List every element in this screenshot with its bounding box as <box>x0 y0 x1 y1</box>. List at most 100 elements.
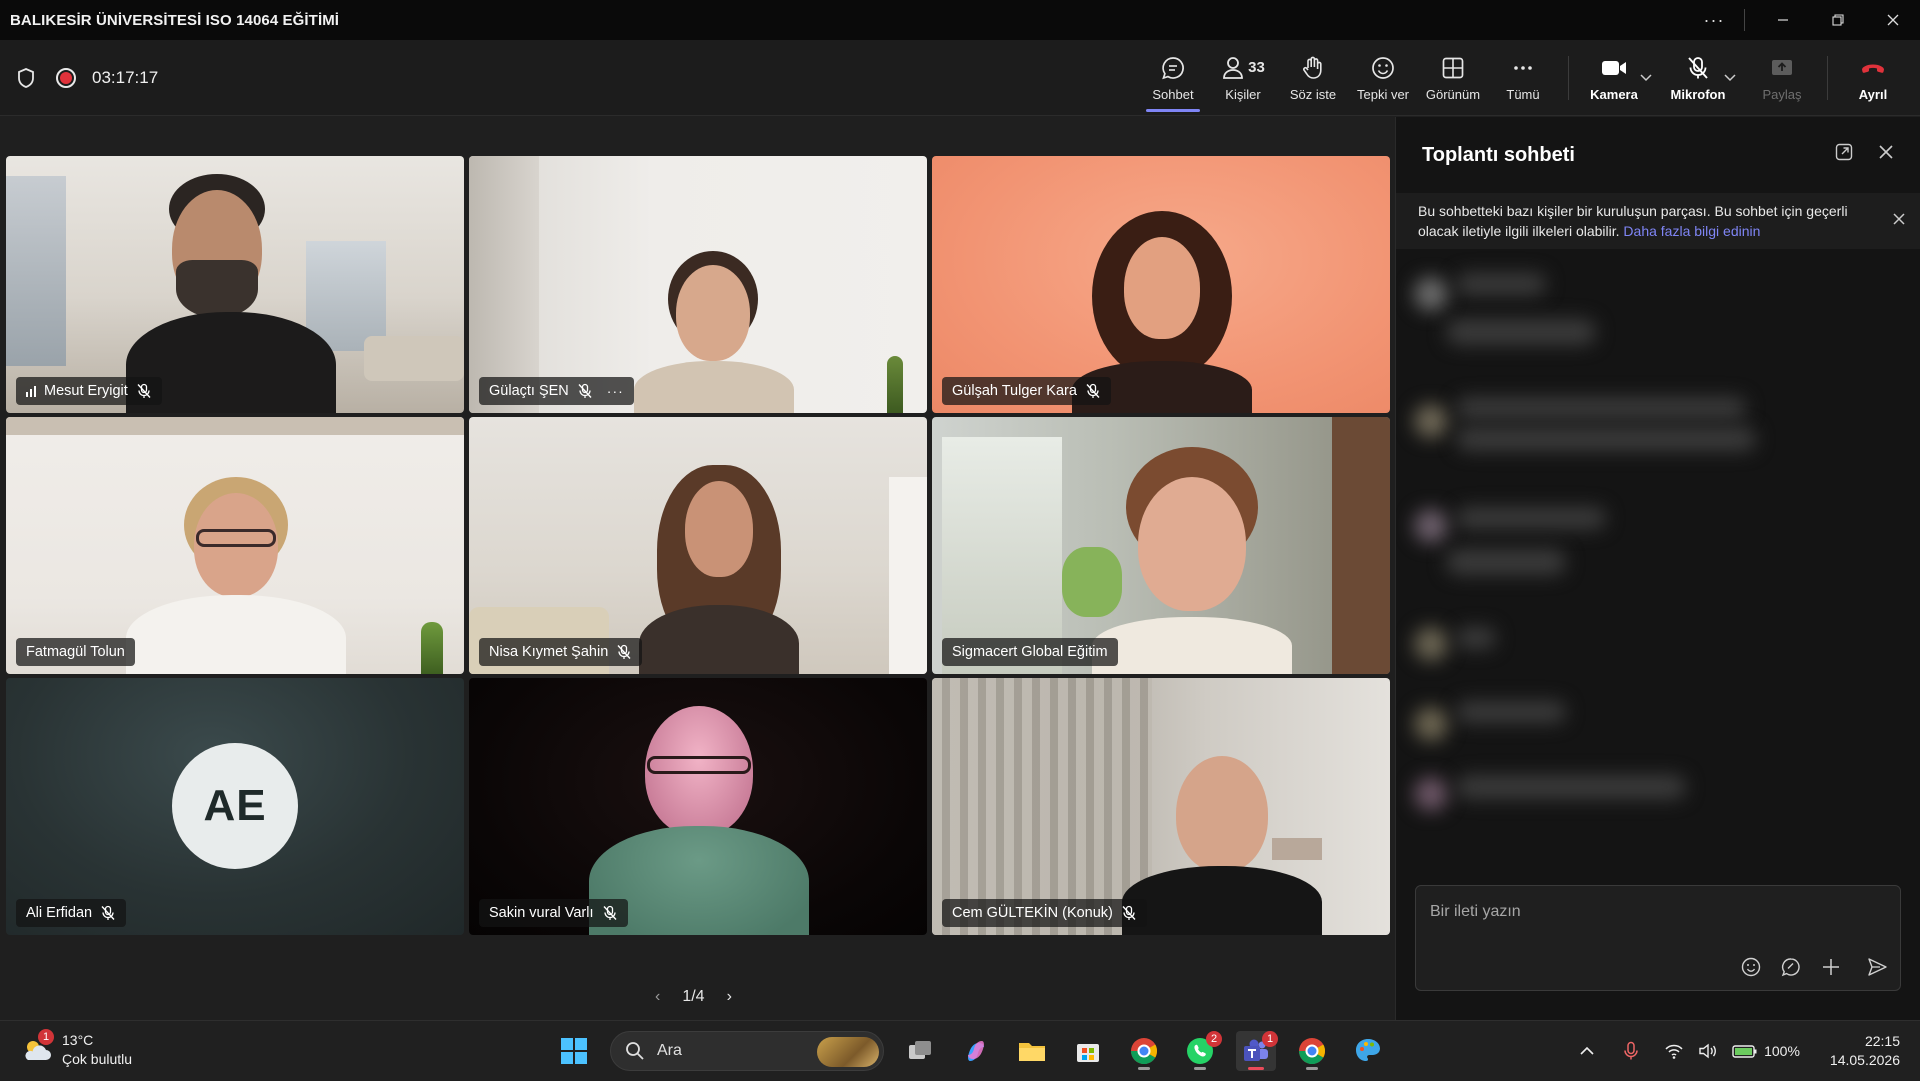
mic-off-icon <box>602 905 617 920</box>
pop-out-icon[interactable] <box>1834 142 1854 162</box>
share-screen-icon <box>1772 59 1792 75</box>
participant-nametag: Mesut Eryigit <box>16 377 162 405</box>
close-icon[interactable] <box>1876 142 1896 162</box>
camera-button[interactable]: Kamera <box>1579 40 1649 116</box>
meeting-timer: 03:17:17 <box>92 68 159 87</box>
next-page-button[interactable]: › <box>727 988 732 1006</box>
teams-button[interactable]: 1 <box>1236 1031 1278 1071</box>
taskbar-search[interactable]: Ara <box>610 1031 884 1071</box>
tile-more-options[interactable]: ··· <box>607 383 624 399</box>
participant-video <box>126 477 346 674</box>
meeting-controls: Sohbet 33 Kişiler Söz iste Tepki ver Gör… <box>1138 40 1920 116</box>
participant-nametag: Nisa Kıymet Şahin <box>479 638 643 666</box>
weather-badge: 1 <box>38 1029 54 1045</box>
send-icon[interactable] <box>1866 956 1888 978</box>
more-actions-button[interactable]: Tümü <box>1488 40 1558 116</box>
participant-tile[interactable]: Gülaçtı ŞEN ··· <box>469 156 927 413</box>
blurred-avatar <box>1414 627 1448 661</box>
people-button[interactable]: 33 Kişiler <box>1208 40 1278 116</box>
start-button[interactable] <box>554 1031 594 1071</box>
learn-more-link[interactable]: Daha fazla bilgi edinin <box>1623 223 1760 239</box>
participant-tile[interactable]: Gülşah Tulger Kara <box>932 156 1390 413</box>
paint-button[interactable] <box>1348 1031 1388 1071</box>
restore-icon <box>1831 14 1844 26</box>
curtain <box>932 678 1152 935</box>
whatsapp-button[interactable]: 2 <box>1180 1031 1222 1071</box>
loop-compose-icon[interactable] <box>1780 956 1802 978</box>
system-tray: 100% 22:15 14.05.2026 <box>1580 1021 1900 1081</box>
whatsapp-badge: 2 <box>1206 1031 1222 1047</box>
message-composer[interactable]: Bir ileti yazın <box>1415 885 1901 991</box>
view-button[interactable]: Görünüm <box>1418 40 1488 116</box>
raise-hand-label: Söz iste <box>1289 86 1337 102</box>
chat-title: Toplantı sohbeti <box>1422 143 1575 166</box>
taskbar-clock[interactable]: 22:15 14.05.2026 <box>1830 1032 1900 1070</box>
participant-name: Cem GÜLTEKİN (Konuk) <box>952 905 1113 921</box>
participant-tile[interactable]: Nisa Kıymet Şahin <box>469 417 927 674</box>
weather-widget[interactable]: 1 13°C Çok bulutlu <box>20 1029 132 1069</box>
dismiss-icon[interactable] <box>1891 211 1907 227</box>
react-button[interactable]: Tepki ver <box>1348 40 1418 116</box>
composer-tools <box>1740 956 1888 978</box>
participant-tile[interactable]: Sakin vural Varlı <box>469 678 927 935</box>
chat-button[interactable]: Sohbet <box>1138 40 1208 116</box>
shield-icon[interactable] <box>16 67 36 89</box>
divider <box>1568 56 1569 100</box>
chrome-icon <box>1298 1038 1326 1065</box>
windows-taskbar: 1 13°C Çok bulutlu Ara 2 1 100% 22:15 14… <box>0 1020 1920 1080</box>
microphone-icon[interactable] <box>1622 1041 1640 1061</box>
people-icon <box>1223 56 1244 79</box>
doorway <box>889 477 927 674</box>
blurred-message <box>1456 397 1746 419</box>
task-view-button[interactable] <box>900 1031 940 1071</box>
grid-view-icon <box>1442 57 1464 78</box>
plant <box>887 356 903 413</box>
wifi-icon[interactable] <box>1664 1042 1684 1060</box>
emoji-icon[interactable] <box>1740 956 1762 978</box>
chat-messages-blurred <box>1396 249 1920 869</box>
store-button[interactable] <box>1068 1031 1108 1071</box>
mic-label: Mikrofon <box>1670 86 1726 102</box>
volume-icon[interactable] <box>1698 1042 1718 1060</box>
mic-button[interactable]: Mikrofon <box>1663 40 1733 116</box>
running-indicator <box>1306 1067 1318 1070</box>
participant-nametag: Gülaçtı ŞEN ··· <box>479 377 634 405</box>
more-dots-icon <box>1514 65 1532 70</box>
close-window-button[interactable] <box>1865 0 1920 40</box>
participant-tile[interactable]: AE Ali Erfidan <box>6 678 464 935</box>
chrome-profile-2-button[interactable] <box>1292 1031 1332 1071</box>
weather-temp: 13°C <box>62 1032 94 1048</box>
chrome-profile-1-button[interactable] <box>1124 1031 1164 1071</box>
participant-tile[interactable]: Sigmacert Global Eğitim <box>932 417 1390 674</box>
message-input-placeholder[interactable]: Bir ileti yazın <box>1430 903 1521 921</box>
close-icon <box>1887 14 1898 26</box>
share-button[interactable]: Paylaş <box>1747 40 1817 116</box>
participant-tile[interactable]: Fatmagül Tolun <box>6 417 464 674</box>
battery-icon[interactable] <box>1732 1043 1758 1059</box>
clock-time: 22:15 <box>1864 1033 1900 1049</box>
chevron-up-icon[interactable] <box>1580 1046 1594 1056</box>
participant-tile[interactable]: Mesut Eryigit <box>6 156 464 413</box>
participant-tile[interactable]: Cem GÜLTEKİN (Konuk) <box>932 678 1390 935</box>
add-icon[interactable] <box>1820 956 1842 978</box>
minimize-button[interactable] <box>1755 0 1810 40</box>
participant-name: Mesut Eryigit <box>44 383 128 399</box>
blurred-message <box>1456 427 1756 451</box>
previous-page-button[interactable]: ‹ <box>655 988 660 1006</box>
raise-hand-button[interactable]: Söz iste <box>1278 40 1348 116</box>
more-label: Tümü <box>1506 86 1540 102</box>
blurred-avatar <box>1414 404 1448 438</box>
leave-button[interactable]: Ayrıl <box>1838 40 1908 116</box>
restore-button[interactable] <box>1810 0 1865 40</box>
participant-video <box>639 465 799 674</box>
running-indicator <box>1194 1067 1206 1070</box>
participant-name: Nisa Kıymet Şahin <box>489 644 609 660</box>
glasses <box>196 529 276 547</box>
signal-icon <box>26 385 36 397</box>
glasses <box>647 756 751 774</box>
window-more-button[interactable]: ··· <box>1694 0 1734 40</box>
copilot-button[interactable] <box>956 1031 996 1071</box>
blurred-avatar <box>1414 509 1448 543</box>
clock-date: 14.05.2026 <box>1829 1052 1900 1068</box>
file-explorer-button[interactable] <box>1012 1031 1052 1071</box>
